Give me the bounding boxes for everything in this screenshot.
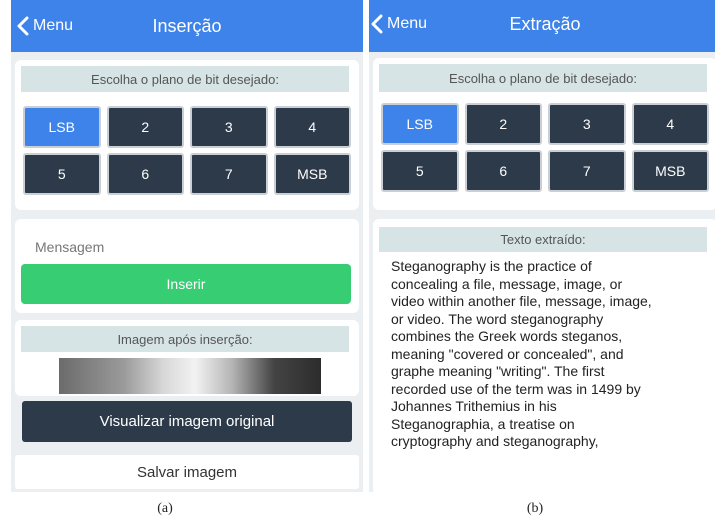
page-title: Extração <box>509 14 581 34</box>
bit-plane-heading: Escolha o plano de bit desejado: <box>21 66 349 92</box>
extracted-text-line: Johannes Trithemius in his <box>391 398 557 414</box>
bit-button-3[interactable]: 3 <box>190 106 268 148</box>
bit-plane-grid: LSB 2 3 4 5 6 7 MSB <box>23 106 351 195</box>
bit-plane-grid: LSB 2 3 4 5 6 7 MSB <box>381 103 709 192</box>
extracted-text-card: Texto extraído: Steganography is the pra… <box>373 219 715 492</box>
extracted-text-line: Steganography is the practice of <box>391 258 592 274</box>
insert-button[interactable]: Inserir <box>21 264 351 304</box>
bit-button-4[interactable]: 4 <box>631 103 709 145</box>
bit-button-6[interactable]: 6 <box>464 150 542 192</box>
bit-plane-heading: Escolha o plano de bit desejado: <box>379 64 707 92</box>
extracted-text-line: video within another file, message, imag… <box>391 293 652 309</box>
navbar: Menu Extração <box>369 0 715 52</box>
bit-button-lsb[interactable]: LSB <box>381 103 459 145</box>
stego-image-preview <box>59 358 321 394</box>
bit-button-6[interactable]: 6 <box>106 153 184 195</box>
save-image-button[interactable]: Salvar imagem <box>15 455 359 489</box>
image-card: Imagem após inserção: <box>15 320 359 396</box>
extracted-text-line: combines the Greek words steganos, <box>391 328 623 344</box>
bit-button-2[interactable]: 2 <box>464 103 542 145</box>
bit-button-3[interactable]: 3 <box>548 103 626 145</box>
bit-button-4[interactable]: 4 <box>273 106 351 148</box>
image-heading: Imagem após inserção: <box>21 326 349 352</box>
bit-button-msb[interactable]: MSB <box>273 153 351 195</box>
extracted-text-line: graphe meaning "writing". The first <box>391 363 605 379</box>
message-input[interactable]: Mensagem <box>35 239 104 255</box>
bit-button-7[interactable]: 7 <box>190 153 268 195</box>
caption-b: (b) <box>526 501 544 516</box>
bit-button-2[interactable]: 2 <box>106 106 184 148</box>
bit-plane-card: Escolha o plano de bit desejado: LSB 2 3… <box>15 60 359 210</box>
insertion-screen: Menu Inserção Escolha o plano de bit des… <box>11 0 363 492</box>
extracted-text-line: concealing a file, message, image, or <box>391 275 623 292</box>
navbar: Menu Inserção <box>11 0 363 52</box>
extracted-text-line: Steganographia, a treatise on <box>391 415 575 432</box>
bit-button-7[interactable]: 7 <box>548 150 626 192</box>
bit-button-5[interactable]: 5 <box>23 153 101 195</box>
bit-button-lsb[interactable]: LSB <box>23 106 101 148</box>
extracted-text-line: recorded use of the term was in 1499 by <box>391 380 641 397</box>
extracted-text: Steganography is the practice of conceal… <box>391 258 707 451</box>
view-original-image-button[interactable]: Visualizar imagem original <box>22 401 352 442</box>
bit-button-5[interactable]: 5 <box>381 150 459 192</box>
page-title: Inserção <box>152 16 222 36</box>
extraction-screen: Menu Extração Escolha o plano de bit des… <box>369 0 715 492</box>
extracted-text-heading: Texto extraído: <box>379 227 707 252</box>
extracted-text-line: meaning "covered or concealed", and <box>391 345 624 362</box>
bit-button-msb[interactable]: MSB <box>631 150 709 192</box>
caption-a: (a) <box>157 501 173 516</box>
extracted-text-line: cryptography and steganography, <box>391 433 599 449</box>
bit-plane-card: Escolha o plano de bit desejado: LSB 2 3… <box>373 58 715 210</box>
extracted-text-line: or video. The word steganography <box>391 310 604 327</box>
message-card: Mensagem Inserir <box>15 219 359 313</box>
